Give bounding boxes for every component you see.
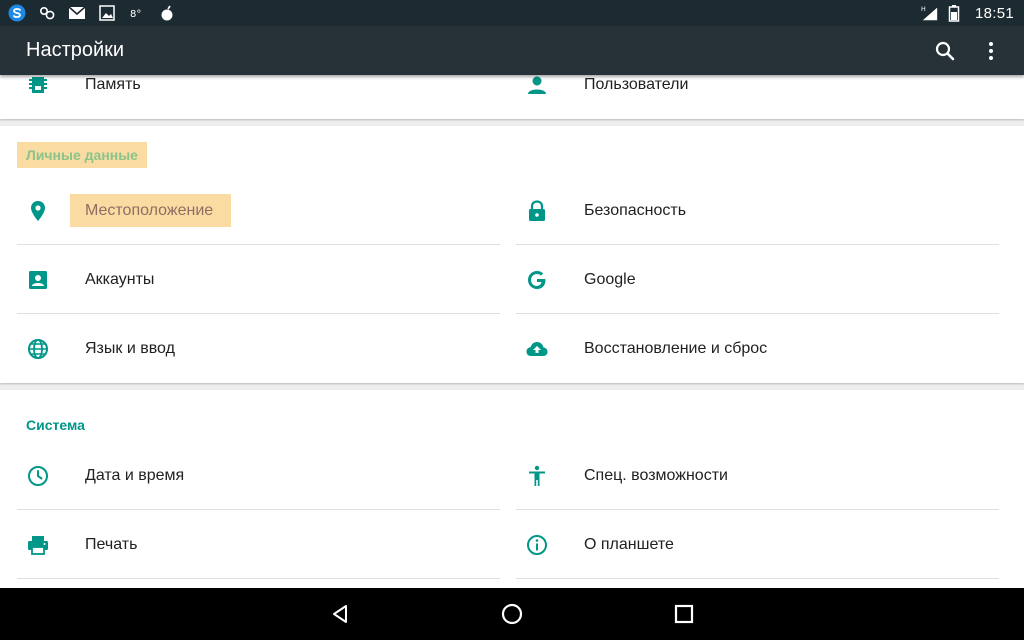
cloud-upload-icon <box>526 342 548 356</box>
status-bar: 8° H 18:51 <box>0 0 1024 26</box>
clock-time: 18:51 <box>974 4 1014 22</box>
app-toolbar: Настройки <box>0 26 1024 75</box>
printer-icon <box>28 536 48 555</box>
globe-icon <box>28 339 48 359</box>
settings-item-accessibility[interactable]: Спец. возможности <box>516 442 999 510</box>
settings-gear-icon <box>38 4 56 22</box>
home-button[interactable] <box>486 588 538 640</box>
settings-item-printing[interactable]: Печать <box>17 511 500 579</box>
location-pin-icon <box>31 201 45 221</box>
accessibility-icon <box>529 465 545 486</box>
settings-item-about[interactable]: О планшете <box>516 511 999 579</box>
settings-item-backup[interactable]: Восстановление и сброс <box>516 315 999 383</box>
lock-icon <box>529 200 545 221</box>
settings-item-location[interactable]: Местоположение <box>17 177 500 245</box>
network-type-label: H <box>921 6 926 13</box>
back-icon <box>333 605 347 623</box>
settings-item-label: Пользователи <box>584 76 689 93</box>
personal-items: Местоположение Безопасность Аккаунты Goo… <box>0 126 1024 383</box>
search-icon <box>935 41 955 60</box>
settings-item-label: Google <box>584 271 636 288</box>
info-icon <box>527 535 547 555</box>
signal-icon: H <box>921 4 939 22</box>
system-items: Дата и время Спец. возможности Печать О … <box>0 390 1024 588</box>
settings-item-label: Местоположение <box>70 194 232 227</box>
voicemail-icon: 8° <box>128 4 146 22</box>
settings-item-label: Восстановление и сброс <box>584 340 768 357</box>
memory-chip-icon <box>29 77 47 93</box>
settings-item-accounts[interactable]: Аккаунты <box>17 246 500 314</box>
page-title: Настройки <box>26 39 125 61</box>
settings-item-security[interactable]: Безопасность <box>516 177 999 245</box>
more-vert-icon <box>989 41 993 60</box>
home-icon <box>501 603 523 625</box>
settings-item-date-time[interactable]: Дата и время <box>17 442 500 510</box>
bomb-icon <box>158 4 176 22</box>
s-app-icon <box>8 4 26 22</box>
navigation-bar <box>0 588 1024 640</box>
battery-icon <box>945 4 963 22</box>
svg-text:8°: 8° <box>130 9 141 20</box>
account-box-icon <box>29 271 47 289</box>
back-button[interactable] <box>314 588 366 640</box>
recents-button[interactable] <box>658 588 710 640</box>
person-icon <box>528 76 546 94</box>
recents-icon <box>674 604 694 624</box>
settings-item-memory[interactable]: Память <box>17 75 500 119</box>
mail-icon <box>68 4 86 22</box>
notification-icons: 8° <box>8 4 176 22</box>
settings-item-language[interactable]: Язык и ввод <box>17 315 500 383</box>
device-card: Память Пользователи <box>0 75 1024 119</box>
settings-item-users[interactable]: Пользователи <box>516 75 999 119</box>
more-options-button[interactable] <box>968 26 1014 75</box>
settings-item-label: Аккаунты <box>85 271 155 288</box>
google-g-icon <box>528 271 546 289</box>
settings-item-label: Безопасность <box>584 202 687 219</box>
search-button[interactable] <box>922 26 968 75</box>
settings-item-label: Язык и ввод <box>85 340 175 357</box>
clock-icon <box>28 466 48 486</box>
settings-item-label: Печать <box>85 536 138 553</box>
settings-item-label: О планшете <box>584 536 674 553</box>
system-status-icons: H 18:51 <box>921 4 1014 22</box>
settings-item-google[interactable]: Google <box>516 246 999 314</box>
settings-item-label: Спец. возможности <box>584 467 728 484</box>
image-icon <box>98 4 116 22</box>
settings-item-label: Память <box>85 76 141 93</box>
settings-item-label: Дата и время <box>85 467 185 484</box>
